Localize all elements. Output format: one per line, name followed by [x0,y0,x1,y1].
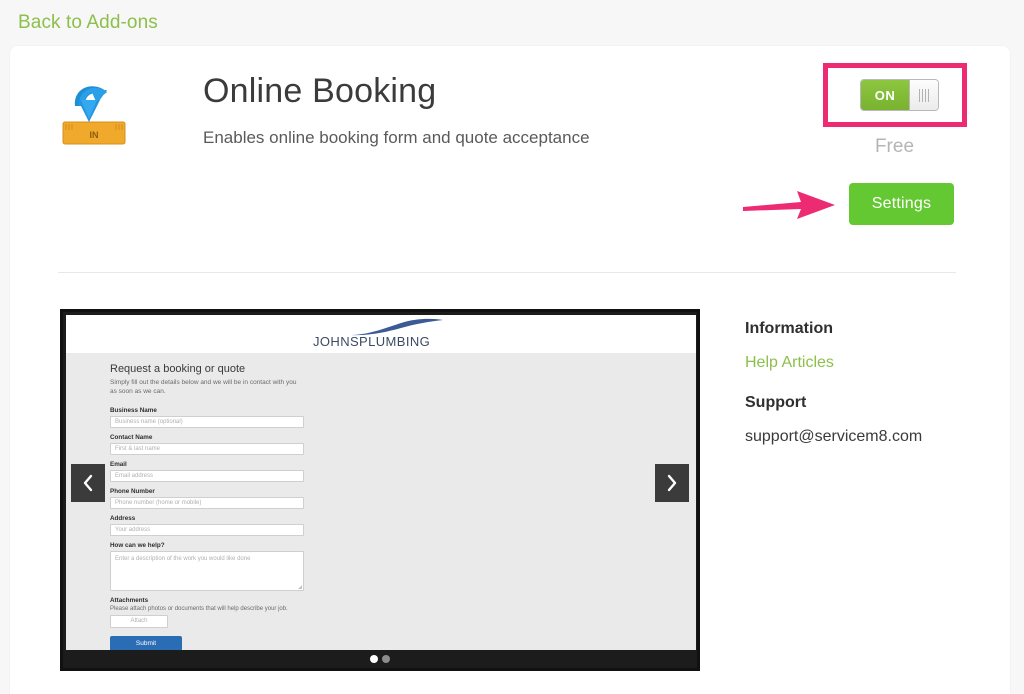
grip-line [919,88,920,102]
submit-button[interactable]: Submit [110,635,182,650]
grip-line [925,88,926,102]
page-subtitle: Enables online booking form and quote ac… [203,128,590,147]
form-intro-text: Simply fill out the details below and we… [110,379,297,396]
addon-detail-page: Back to Add-ons IN Online Booking Enable… [0,0,1024,694]
field-phone-number[interactable]: Phone number (home or mobile) [110,496,304,509]
chevron-right-icon [667,474,677,492]
booking-form: Request a booking or quote Simply fill o… [66,353,696,650]
attach-button[interactable]: Attach [110,614,168,628]
resize-handle-icon[interactable] [298,584,302,589]
carousel-dots [63,655,697,663]
support-heading: Support [745,394,807,411]
addon-enable-toggle[interactable]: ON [860,79,939,111]
grip-line [922,88,923,102]
help-articles-link[interactable]: Help Articles [745,354,995,372]
attachments-label: Attachments [110,596,149,604]
field-how-can-we-help[interactable]: Enter a description of the work you woul… [110,550,304,591]
field-label-how-can-we-help: How can we help? [110,541,165,549]
company-logo-text: JOHNSPLUMBING [313,334,431,349]
field-label-email: Email [110,460,127,468]
field-business-name[interactable]: Business name (optional) [110,415,304,428]
carousel-dot-1[interactable] [370,655,378,663]
carousel-next-button[interactable] [655,464,689,502]
field-address[interactable]: Your address [110,523,304,536]
information-heading: Information [745,320,833,337]
field-placeholder-text: Enter a description of the work you woul… [115,555,251,562]
price-label: Free [874,136,915,157]
grip-line [928,88,929,102]
toggle-on-label: ON [861,80,909,110]
support-email: support@servicem8.com [745,428,923,445]
svg-text:IN: IN [90,130,99,140]
field-label-contact-name: Contact Name [110,433,153,441]
carousel-slide: JOHNSPLUMBING Request a booking or quote… [66,315,696,650]
settings-button[interactable]: Settings [849,183,954,225]
form-heading: Request a booking or quote [110,363,246,375]
carousel-dot-2[interactable] [382,655,390,663]
field-contact-name[interactable]: First & last name [110,442,304,455]
booking-form-header: JOHNSPLUMBING [66,315,696,353]
toggle-handle[interactable] [909,80,938,110]
field-label-phone-number: Phone Number [110,487,155,495]
top-nav-bar: Back to Add-ons [0,0,1024,46]
section-divider [58,272,956,273]
company-logo: JOHNSPLUMBING [313,318,449,349]
field-label-address: Address [110,514,136,522]
pointer-arrow-annotation [743,185,843,225]
info-sidebar: Information Help Articles Support suppor… [745,320,995,446]
back-to-addons-link[interactable]: Back to Add-ons [18,12,158,34]
field-label-business-name: Business Name [110,406,157,414]
carousel-prev-button[interactable] [71,464,105,502]
screenshot-carousel: JOHNSPLUMBING Request a booking or quote… [60,309,700,671]
chevron-left-icon [83,474,93,492]
page-title: Online Booking [203,72,437,110]
attachments-note: Please attach photos or documents that w… [110,605,288,612]
field-email[interactable]: Email address [110,469,304,482]
inbox-download-icon: IN [55,76,133,154]
